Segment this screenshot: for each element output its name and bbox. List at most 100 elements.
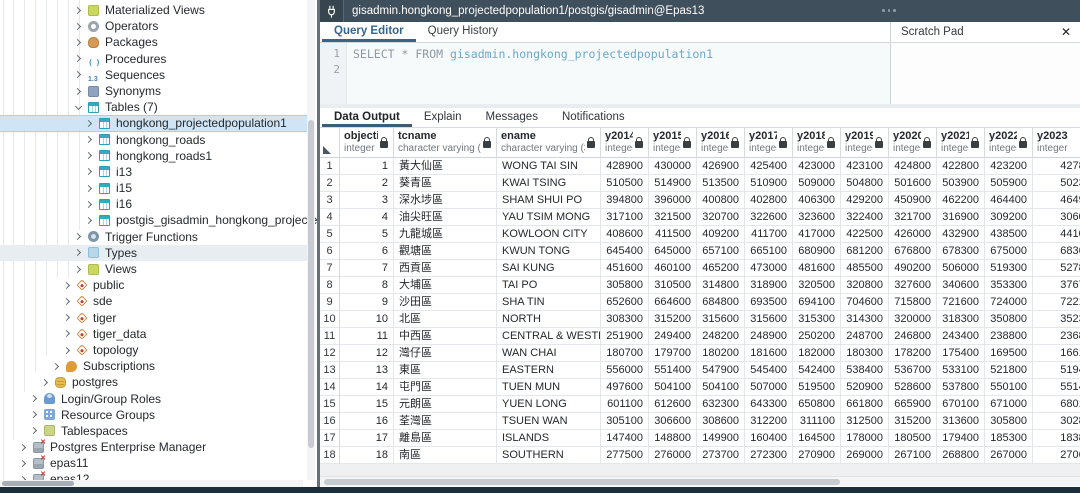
grid-cell[interactable]: 2 [340, 175, 394, 192]
grid-cell[interactable]: 302800 [1033, 413, 1080, 430]
grid-cell[interactable]: 5 [340, 226, 394, 243]
grid-cell[interactable]: 550100 [985, 379, 1033, 396]
row-number[interactable]: 15 [320, 396, 340, 413]
tree-item-sequences[interactable]: Sequences [0, 67, 307, 83]
grid-cell[interactable]: 473000 [745, 260, 793, 277]
grid-cell[interactable]: SOUTHERN [497, 447, 601, 464]
grid-cell[interactable]: 166100 [1033, 345, 1080, 362]
grid-cell[interactable]: 荃灣區 [394, 413, 497, 430]
grid-cell[interactable]: 485500 [841, 260, 889, 277]
grid-cell[interactable]: WONG TAI SIN [497, 158, 601, 175]
grid-cell[interactable]: 310500 [649, 277, 697, 294]
grid-cell[interactable]: 312200 [745, 413, 793, 430]
grid-cell[interactable]: 422800 [937, 158, 985, 175]
grid-cell[interactable]: 612600 [649, 396, 697, 413]
grid-cell[interactable]: 316900 [937, 209, 985, 226]
grid-cell[interactable]: 314800 [697, 277, 745, 294]
sidebar-vertical-scrollbar[interactable] [307, 0, 315, 480]
grid-cell[interactable]: 675000 [985, 243, 1033, 260]
row-number[interactable]: 2 [320, 175, 340, 192]
grid-cell[interactable]: 238800 [985, 328, 1033, 345]
tree-item-procedures[interactable]: Procedures [0, 51, 307, 67]
grid-cell[interactable]: 680100 [1033, 396, 1080, 413]
chevron-icon[interactable] [31, 411, 38, 418]
grid-cell[interactable]: 147400 [601, 430, 649, 447]
sidebar-vertical-scrollbar-thumb[interactable] [308, 120, 314, 448]
grid-cell[interactable]: 320800 [841, 277, 889, 294]
grid-cell[interactable]: 352300 [1033, 311, 1080, 328]
grid-cell[interactable]: 680900 [793, 243, 841, 260]
grid-cell[interactable]: 510900 [745, 175, 793, 192]
grid-cell[interactable]: 236800 [1033, 328, 1080, 345]
column-header-y2016[interactable]: y2016 integer [697, 128, 745, 158]
chevron-icon[interactable] [75, 39, 82, 46]
chevron-icon[interactable] [64, 330, 71, 337]
tree-item-i15[interactable]: i15 [0, 180, 307, 196]
grid-cell[interactable]: 501600 [889, 175, 937, 192]
grid-cell[interactable]: 684800 [697, 294, 745, 311]
grid-cell[interactable]: 308300 [601, 311, 649, 328]
grid-cell[interactable]: 537800 [937, 379, 985, 396]
grid-cell[interactable]: 507000 [745, 379, 793, 396]
grid-cell[interactable]: 248900 [745, 328, 793, 345]
grid-cell[interactable]: 306600 [649, 413, 697, 430]
grid-cell[interactable]: EASTERN [497, 362, 601, 379]
grid-cell[interactable]: 504100 [697, 379, 745, 396]
grid-cell[interactable]: 396000 [649, 192, 697, 209]
grid-cell[interactable]: 665100 [745, 243, 793, 260]
row-number[interactable]: 11 [320, 328, 340, 345]
grid-cell[interactable]: YUEN LONG [497, 396, 601, 413]
row-number[interactable]: 18 [320, 447, 340, 464]
chevron-icon[interactable] [75, 7, 82, 14]
grid-cell[interactable]: 462200 [937, 192, 985, 209]
grid-cell[interactable]: 533100 [937, 362, 985, 379]
grid-cell[interactable]: 506000 [937, 260, 985, 277]
grid-cell[interactable]: 309200 [985, 209, 1033, 226]
grid-cell[interactable]: 148800 [649, 430, 697, 447]
tab-explain[interactable]: Explain [412, 108, 474, 127]
grid-cell[interactable]: 432900 [937, 226, 985, 243]
grid-cell[interactable]: SHAM SHUI PO [497, 192, 601, 209]
grid-cell[interactable]: 320500 [793, 277, 841, 294]
grid-cell[interactable]: 497600 [601, 379, 649, 396]
tab-data-output[interactable]: Data Output [322, 108, 412, 127]
chevron-icon[interactable] [20, 460, 27, 467]
grid-cell[interactable]: 422500 [841, 226, 889, 243]
grid-cell[interactable]: 408600 [601, 226, 649, 243]
tree-item-views[interactable]: Views [0, 261, 307, 277]
chevron-icon[interactable] [86, 120, 93, 127]
grid-cell[interactable]: 313600 [937, 413, 985, 430]
grid-cell[interactable]: 248700 [841, 328, 889, 345]
grid-cell[interactable]: 13 [340, 362, 394, 379]
chevron-icon[interactable] [75, 233, 82, 240]
grid-cell[interactable]: 417000 [793, 226, 841, 243]
grid-cell[interactable]: 520900 [841, 379, 889, 396]
row-number[interactable]: 16 [320, 413, 340, 430]
column-header-y2014[interactable]: y2014 integer [601, 128, 649, 158]
column-header-tcname[interactable]: tcname character varying (30) [394, 128, 497, 158]
grid-cell[interactable]: 545400 [745, 362, 793, 379]
grid-cell[interactable]: 513500 [697, 175, 745, 192]
grid-cell[interactable]: 450900 [889, 192, 937, 209]
grid-cell[interactable]: 318900 [745, 277, 793, 294]
grid-cell[interactable]: 183800 [1033, 430, 1080, 447]
grid-cell[interactable]: 179700 [649, 345, 697, 362]
grid-cell[interactable]: 14 [340, 379, 394, 396]
grid-cell[interactable]: YAU TSIM MONG [497, 209, 601, 226]
grid-cell[interactable]: 308600 [697, 413, 745, 430]
grid-cell[interactable]: 南區 [394, 447, 497, 464]
grid-cell[interactable]: 504800 [841, 175, 889, 192]
grid-cell[interactable]: 185300 [985, 430, 1033, 447]
grid-cell[interactable]: 321700 [889, 209, 937, 226]
grid-cell[interactable]: 722100 [1033, 294, 1080, 311]
grid-cell[interactable]: 423000 [793, 158, 841, 175]
grid-cell[interactable]: 504100 [649, 379, 697, 396]
chevron-icon[interactable] [86, 185, 93, 192]
grid-cell[interactable]: 315600 [745, 311, 793, 328]
grid-cell[interactable]: 406300 [793, 192, 841, 209]
tree-item-sde[interactable]: sde [0, 293, 307, 309]
grid-cell[interactable]: 411700 [745, 226, 793, 243]
grid-cell[interactable]: 441000 [1033, 226, 1080, 243]
column-header-y2021[interactable]: y2021 integer [937, 128, 985, 158]
grid-cell[interactable]: 248200 [697, 328, 745, 345]
